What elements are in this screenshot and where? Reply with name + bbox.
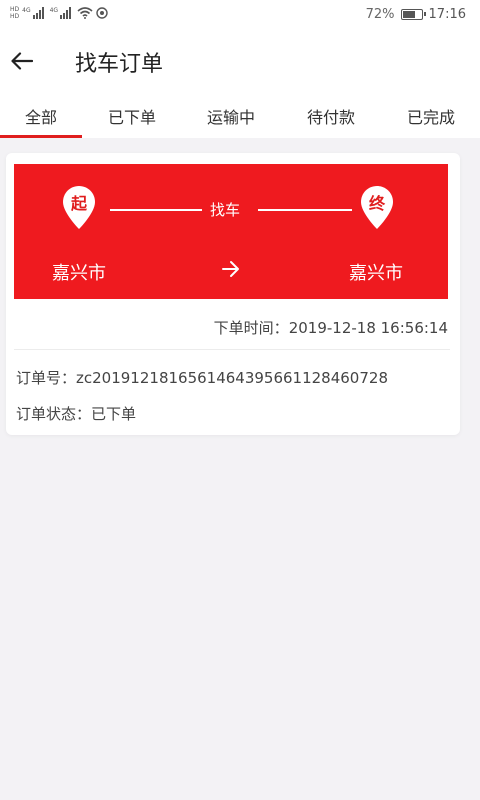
route-banner: 起 找车 终 嘉兴市 嘉兴市 bbox=[14, 164, 448, 299]
tab-label: 运输中 bbox=[206, 108, 255, 127]
signal-tag: 4G bbox=[22, 7, 31, 14]
battery-percent: 72% bbox=[365, 7, 395, 22]
order-time-label: 下单时间： bbox=[213, 319, 289, 337]
order-id: 订单号：zc20191218165614643956611284607​28 bbox=[16, 367, 388, 388]
start-city: 嘉兴市 bbox=[52, 263, 106, 284]
status-left: HD HD 4G 4G bbox=[10, 6, 108, 20]
status-time: 17:16 bbox=[428, 7, 466, 22]
start-pin: 起 bbox=[62, 185, 96, 231]
arrow-right-icon bbox=[222, 261, 239, 277]
hd-badge-top: HD bbox=[10, 6, 20, 13]
signal-icon-2: 4G bbox=[49, 7, 72, 19]
order-time: 下单时间：2019-12-18 16:56:14 bbox=[214, 317, 448, 338]
wifi-icon bbox=[77, 7, 93, 19]
hd-badge: HD HD bbox=[10, 6, 19, 20]
divider bbox=[14, 349, 450, 350]
route-line-left bbox=[110, 209, 202, 211]
tab-active-indicator bbox=[0, 135, 82, 138]
status-right: 72% 17:16 bbox=[366, 7, 466, 22]
tab-ordered[interactable]: 已下单 bbox=[92, 98, 172, 138]
back-button[interactable] bbox=[4, 43, 40, 79]
top-panel: HD HD 4G 4G 72% 17:16 找车订单 全部 已下单 运输中 待付… bbox=[0, 0, 480, 138]
tab-label: 已完成 bbox=[406, 108, 455, 127]
tab-all[interactable]: 全部 bbox=[0, 98, 82, 138]
tab-in-transit[interactable]: 运输中 bbox=[190, 98, 272, 138]
tab-label: 全部 bbox=[24, 108, 57, 127]
notification-icon bbox=[96, 7, 108, 19]
tab-pending-payment[interactable]: 待付款 bbox=[290, 98, 372, 138]
end-city: 嘉兴市 bbox=[349, 263, 403, 284]
route-label: 找车 bbox=[210, 201, 241, 219]
hd-badge-bottom: HD bbox=[10, 13, 20, 20]
status-bar: HD HD 4G 4G 72% 17:16 bbox=[0, 0, 480, 32]
tab-label: 已下单 bbox=[107, 108, 156, 127]
battery-icon bbox=[400, 9, 426, 20]
battery-fill bbox=[402, 11, 415, 18]
start-pin-label: 起 bbox=[70, 194, 87, 213]
order-status-label: 订单状态： bbox=[16, 405, 92, 423]
end-pin: 终 bbox=[360, 185, 394, 231]
order-id-label: 订单号： bbox=[16, 369, 77, 387]
tab-bar: 全部 已下单 运输中 待付款 已完成 bbox=[0, 98, 480, 138]
arrow-left-icon bbox=[11, 52, 33, 70]
signal-icon: 4G bbox=[22, 7, 44, 19]
order-id-value: zc20191218165614643956611284607​28 bbox=[76, 369, 388, 387]
end-pin-label: 终 bbox=[368, 194, 385, 213]
tab-completed[interactable]: 已完成 bbox=[390, 98, 472, 138]
page-title: 找车订单 bbox=[75, 52, 164, 77]
order-status: 订单状态：已下单 bbox=[16, 403, 136, 424]
tab-label: 待付款 bbox=[306, 108, 355, 127]
signal-tag-2: 4G bbox=[49, 7, 59, 14]
order-status-value: 已下单 bbox=[91, 405, 137, 423]
order-time-value: 2019-12-18 16:56:14 bbox=[288, 319, 448, 337]
order-card[interactable]: 起 找车 终 嘉兴市 嘉兴市 下单时间：2019-12-18 16:56:14 … bbox=[6, 153, 460, 435]
title-bar: 找车订单 bbox=[0, 32, 480, 90]
route-line-right bbox=[258, 209, 352, 211]
